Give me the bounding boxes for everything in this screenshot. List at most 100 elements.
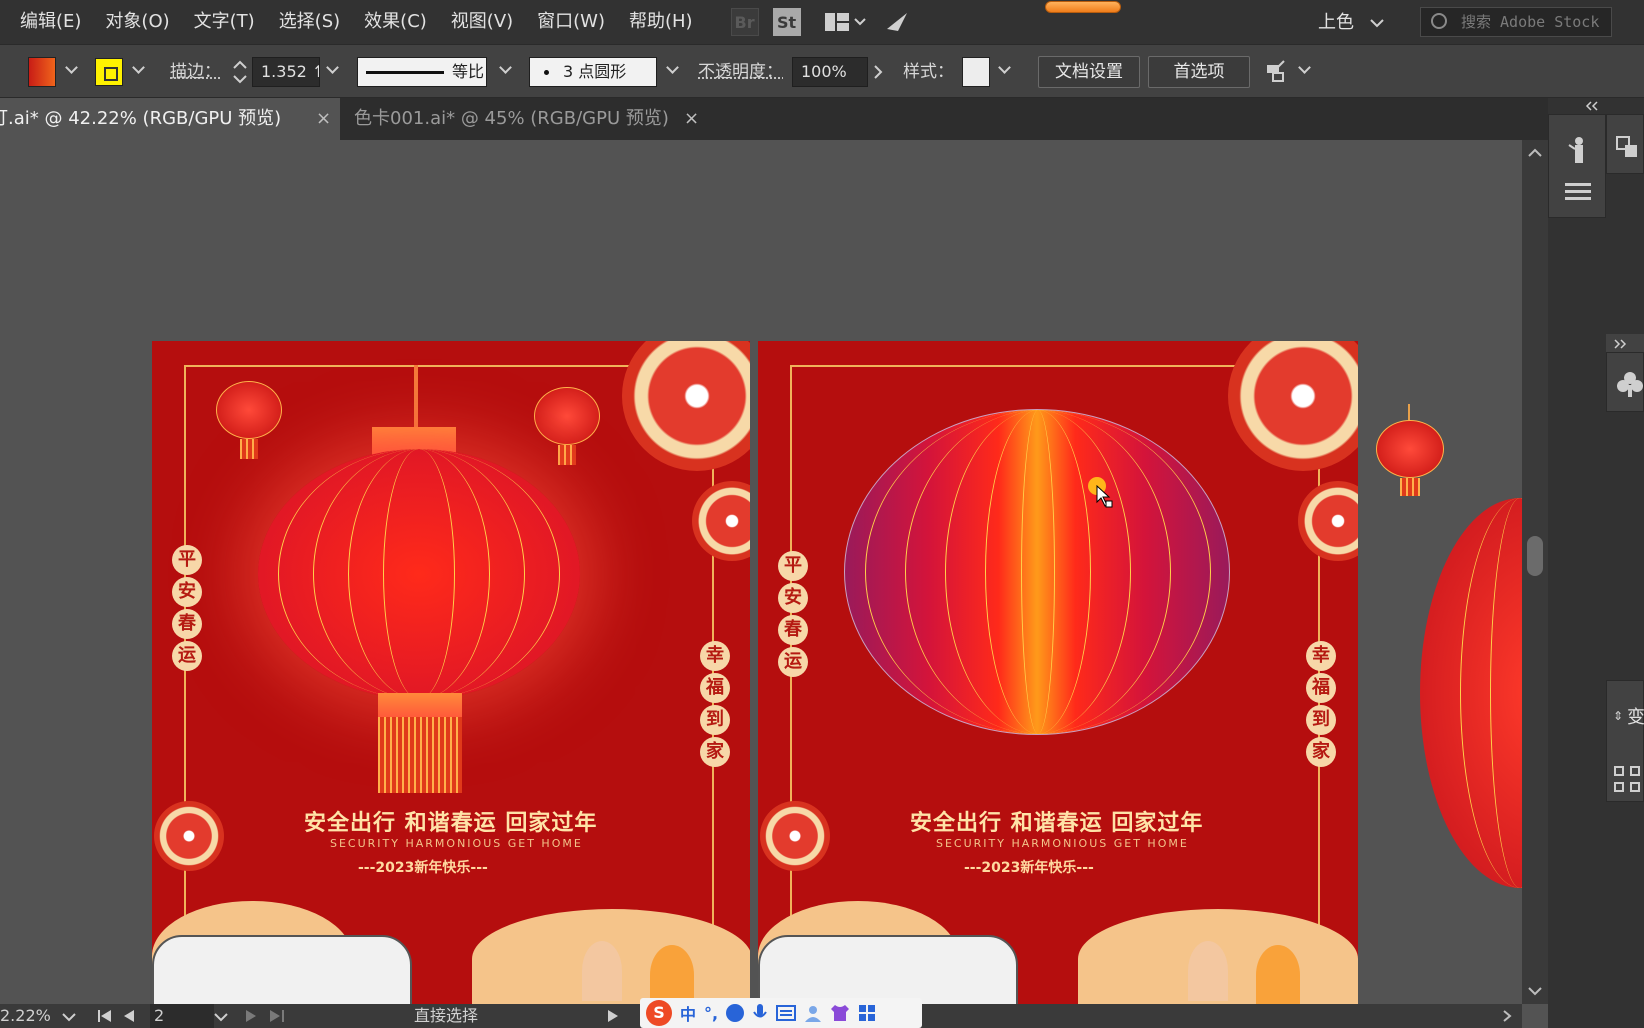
chevron-up-icon[interactable] bbox=[1528, 148, 1542, 158]
chevron-down-icon[interactable] bbox=[132, 61, 145, 74]
new-year-text: ---2023新年快乐--- bbox=[358, 860, 488, 876]
selected-lantern-body[interactable] bbox=[844, 409, 1230, 735]
puppet-warp-icon[interactable] bbox=[1565, 135, 1593, 165]
couplet-char: 运 bbox=[778, 647, 808, 677]
hanging-string bbox=[1408, 404, 1410, 420]
partial-lantern-right[interactable] bbox=[1420, 498, 1522, 888]
first-artboard-icon[interactable] bbox=[98, 1010, 112, 1022]
status-menu-icon[interactable] bbox=[608, 1010, 618, 1022]
chevron-down-icon[interactable] bbox=[998, 61, 1011, 74]
stroke-label[interactable]: 描边： bbox=[170, 57, 221, 87]
bridge-icon[interactable]: Br bbox=[730, 8, 759, 36]
scrollbar-thumb[interactable] bbox=[1527, 536, 1543, 576]
opacity-field[interactable]: 100% bbox=[792, 57, 868, 87]
stepper-icon[interactable] bbox=[230, 57, 250, 87]
main-lantern[interactable] bbox=[258, 449, 580, 699]
chevron-down-icon[interactable] bbox=[499, 61, 512, 74]
vertical-scrollbar[interactable] bbox=[1522, 140, 1548, 1004]
stock-icon[interactable]: St bbox=[772, 8, 801, 36]
artboard-number-field[interactable]: 2 bbox=[150, 1004, 214, 1028]
chevron-down-icon[interactable] bbox=[214, 1012, 228, 1022]
stroke-swatch[interactable] bbox=[95, 58, 123, 86]
collapse-panels-icon[interactable] bbox=[1584, 100, 1600, 112]
small-tassel bbox=[240, 439, 258, 459]
small-lantern-loose[interactable] bbox=[1376, 420, 1444, 478]
variable-width-profile[interactable]: 等比 bbox=[357, 57, 487, 87]
new-year-text: ---2023新年快乐--- bbox=[964, 860, 1094, 876]
menu-select[interactable]: 选择(S) bbox=[267, 0, 352, 44]
transform-panel-tab[interactable]: ⇕ 变 bbox=[1606, 680, 1644, 802]
graphic-style-swatch[interactable] bbox=[962, 57, 990, 87]
right-panel-dock bbox=[1548, 98, 1644, 1028]
chevron-down-icon[interactable] bbox=[851, 8, 869, 36]
input-method-toolbar[interactable]: S 中 °, bbox=[640, 998, 922, 1028]
toolbox-grid-icon[interactable] bbox=[858, 1004, 876, 1022]
close-icon[interactable]: × bbox=[684, 98, 699, 140]
chevron-down-icon[interactable] bbox=[1528, 986, 1542, 996]
align-grid-icon[interactable] bbox=[1613, 765, 1641, 793]
ime-mode-toggle[interactable]: 中 bbox=[680, 1001, 696, 1025]
couplet-char: 运 bbox=[172, 641, 202, 671]
artboard-2[interactable]: 平 安 春 运 幸 福 到 家 安全出行 和谐春运 回家过年 SECURITY … bbox=[758, 341, 1358, 1004]
slogan-subtitle: SECURITY HARMONIOUS GET HOME bbox=[936, 837, 1189, 850]
stroke-line-preview bbox=[366, 71, 444, 74]
sogou-logo-icon[interactable]: S bbox=[646, 1000, 672, 1026]
chevron-down-icon[interactable] bbox=[62, 1012, 76, 1022]
stock-search-input[interactable]: 搜索 Adobe Stock bbox=[1420, 7, 1612, 37]
chevron-down-icon[interactable] bbox=[666, 61, 679, 74]
symbols-panel-button[interactable] bbox=[1606, 352, 1644, 412]
menu-type[interactable]: 文字(T) bbox=[182, 0, 267, 44]
chevron-right-icon[interactable] bbox=[1502, 1010, 1512, 1022]
previous-artboard-icon[interactable] bbox=[124, 1010, 134, 1022]
gpu-performance-icon[interactable] bbox=[883, 8, 911, 36]
menu-lines-icon[interactable] bbox=[1565, 181, 1591, 201]
couplet-char: 到 bbox=[700, 705, 730, 735]
chevron-down-icon[interactable] bbox=[326, 61, 339, 74]
next-artboard-icon[interactable] bbox=[246, 1010, 256, 1022]
couplet-char: 家 bbox=[1306, 737, 1336, 767]
couplet-char: 平 bbox=[172, 545, 202, 575]
fill-swatch[interactable] bbox=[28, 57, 56, 87]
menu-edit[interactable]: 编辑(E) bbox=[0, 0, 93, 44]
emoji-icon[interactable] bbox=[726, 1004, 745, 1022]
chevron-down-icon[interactable] bbox=[65, 61, 78, 74]
couplet-char: 福 bbox=[1306, 673, 1336, 703]
align-icon[interactable] bbox=[1264, 59, 1290, 85]
menu-effect[interactable]: 效果(C) bbox=[352, 0, 439, 44]
ime-punctuation-toggle[interactable]: °, bbox=[704, 1004, 718, 1023]
zoom-level[interactable]: 2.22% bbox=[0, 1004, 51, 1028]
preferences-button[interactable]: 首选项 bbox=[1148, 56, 1250, 88]
chevron-down-icon[interactable] bbox=[1298, 61, 1311, 74]
arrange-documents-icon[interactable] bbox=[823, 8, 851, 36]
progress-indicator bbox=[1045, 1, 1121, 13]
last-artboard-icon[interactable] bbox=[270, 1010, 284, 1022]
keyboard-icon[interactable] bbox=[776, 1005, 797, 1021]
lantern-tassel bbox=[378, 717, 462, 793]
slogan-text: 安全出行 和谐春运 回家过年 bbox=[304, 811, 598, 836]
passenger-illustration bbox=[582, 941, 622, 1001]
skin-shirt-icon[interactable] bbox=[830, 1004, 850, 1022]
couplet-char: 到 bbox=[1306, 705, 1336, 735]
opacity-label[interactable]: 不透明度： bbox=[698, 57, 783, 87]
menu-help[interactable]: 帮助(H) bbox=[617, 0, 705, 44]
control-bar: 描边： 1.352 ↑ 等比 3 点圆形 不透明度： 100% 样式： 文档设置… bbox=[0, 44, 1644, 98]
workspace-switcher[interactable]: 上色 bbox=[1318, 8, 1384, 34]
expand-panels-icon[interactable] bbox=[1612, 338, 1628, 350]
profile-label: 等比 bbox=[452, 62, 485, 81]
menu-window[interactable]: 窗口(W) bbox=[525, 0, 617, 44]
menu-view[interactable]: 视图(V) bbox=[439, 0, 525, 44]
transform-icon[interactable] bbox=[1615, 135, 1639, 159]
microphone-icon[interactable] bbox=[752, 1003, 768, 1023]
tab-lantern-doc[interactable]: 宫灯.ai* @ 42.22% (RGB/GPU 预览) × bbox=[0, 98, 340, 140]
artboard-1[interactable]: 平 安 春 运 幸 福 到 家 安全出行 和谐春运 回家过年 SECURITY … bbox=[152, 341, 750, 1004]
tab-color-card-doc[interactable]: 色卡001.ai* @ 45% (RGB/GPU 预览) × bbox=[342, 98, 704, 140]
document-setup-button[interactable]: 文档设置 bbox=[1038, 56, 1140, 88]
menu-object[interactable]: 对象(O) bbox=[93, 0, 181, 44]
chevron-right-icon[interactable] bbox=[872, 65, 884, 79]
user-icon[interactable] bbox=[804, 1004, 822, 1022]
close-icon[interactable]: × bbox=[316, 98, 331, 140]
brush-definition[interactable]: 3 点圆形 bbox=[529, 57, 657, 87]
hanging-string bbox=[414, 365, 418, 431]
stroke-weight-field[interactable]: 1.352 ↑ bbox=[252, 57, 320, 87]
workspace-label: 上色 bbox=[1318, 12, 1354, 33]
